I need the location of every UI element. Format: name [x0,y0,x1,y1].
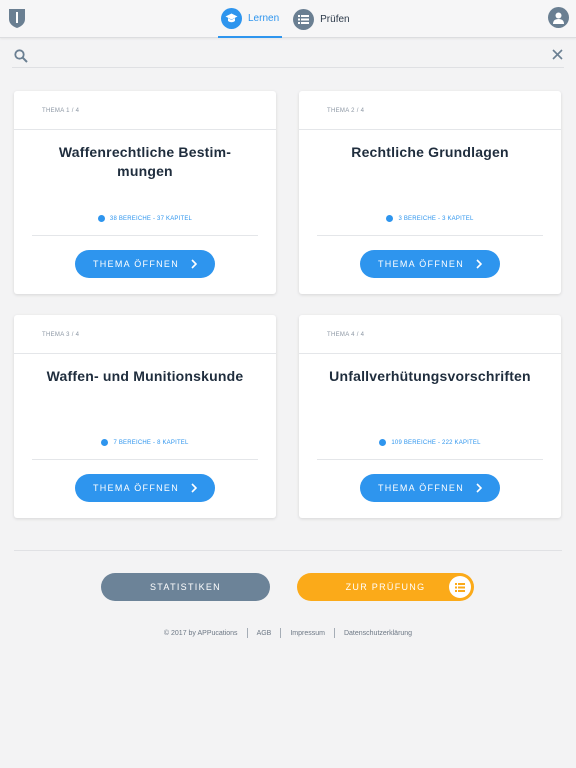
card-meta: 38 BEREICHE - 37 KAPITEL [14,215,276,222]
graduation-cap-icon [221,7,242,29]
divider [14,353,276,354]
footer: © 2017 by APPucations AGB Impressum Date… [0,628,576,638]
card-title: Rechtliche Grundlagen [351,144,509,160]
topic-card-3: THEMA 3 / 4 Waffen- und Munitionskunde 7… [14,315,276,518]
card-label: THEMA 2 / 4 [327,108,365,114]
list-icon [449,576,471,598]
meta-dot-icon [379,439,387,446]
divider [32,235,258,236]
search-icon [14,49,28,63]
tab-pruefen[interactable]: Prüfen [290,0,352,38]
meta-dot-icon [97,215,105,222]
tab-pruefen-label: Prüfen [320,13,350,25]
search-bar [12,46,564,68]
chevron-right-icon [191,483,198,493]
divider [317,235,543,236]
divider [14,550,562,551]
open-topic-label: THEMA ÖFFNEN [377,483,465,493]
divider [299,129,561,130]
open-topic-label: THEMA ÖFFNEN [92,259,180,269]
open-topic-button[interactable]: THEMA ÖFFNEN [75,250,215,278]
card-meta-text: 38 BEREICHE - 37 KAPITEL [109,215,193,222]
user-icon[interactable] [548,7,569,28]
divider [14,129,276,130]
divider [333,628,335,638]
tab-lernen[interactable]: Lernen [218,0,283,38]
open-topic-button[interactable]: THEMA ÖFFNEN [75,474,215,502]
card-meta: 109 BEREICHE - 222 KAPITEL [299,439,561,446]
impressum-link[interactable]: Impressum [290,630,325,637]
exam-button[interactable]: ZUR PRÜFUNG [297,573,474,601]
divider [317,459,543,460]
open-topic-label: THEMA ÖFFNEN [92,483,180,493]
copyright-text: © 2017 by APPucations [163,629,238,637]
meta-dot-icon [101,439,109,446]
card-meta-text: 109 BEREICHE - 222 KAPITEL [391,439,481,446]
card-label: THEMA 4 / 4 [327,332,365,338]
shield-logo-icon[interactable] [8,7,26,29]
divider [280,628,282,638]
statistics-label: STATISTIKEN [150,582,221,592]
tab-lernen-label: Lernen [248,12,280,24]
chevron-right-icon [476,259,483,269]
card-meta-text: 3 BEREICHE - 3 KAPITEL [398,215,474,222]
card-label: THEMA 1 / 4 [42,108,80,114]
agb-link[interactable]: AGB [257,630,272,637]
divider [246,628,248,638]
topic-card-2: THEMA 2 / 4 Rechtliche Grundlagen 3 BERE… [299,91,561,294]
card-title: Waffen- und Munitionskunde [46,368,244,384]
card-label: THEMA 3 / 4 [42,332,80,338]
privacy-link[interactable]: Datenschutzerklärung [344,630,412,637]
topic-card-1: THEMA 1 / 4 Waffenrechtliche Bestim-mung… [14,91,276,294]
open-topic-button[interactable]: THEMA ÖFFNEN [360,250,500,278]
card-meta: 3 BEREICHE - 3 KAPITEL [299,215,561,222]
divider [32,459,258,460]
main-nav: Lernen Prüfen [218,0,353,38]
topic-card-4: THEMA 4 / 4 Unfallverhütungsvorschriften… [299,315,561,518]
open-topic-button[interactable]: THEMA ÖFFNEN [360,474,500,502]
statistics-button[interactable]: STATISTIKEN [101,573,270,601]
open-topic-label: THEMA ÖFFNEN [377,259,465,269]
card-title: Unfallverhütungsvorschriften [329,368,531,384]
meta-dot-icon [386,215,394,222]
exam-label: ZUR PRÜFUNG [345,582,426,592]
card-title: Waffenrechtliche Bestim-mungen [58,144,232,179]
list-icon [293,8,315,30]
search-input[interactable] [36,46,536,66]
card-meta-text: 7 BEREICHE - 8 KAPITEL [113,439,189,446]
chevron-right-icon [191,259,198,269]
card-meta: 7 BEREICHE - 8 KAPITEL [14,439,276,446]
close-icon[interactable] [552,49,563,60]
chevron-right-icon [476,483,483,493]
top-bar: Lernen Prüfen [0,0,576,38]
divider [299,353,561,354]
